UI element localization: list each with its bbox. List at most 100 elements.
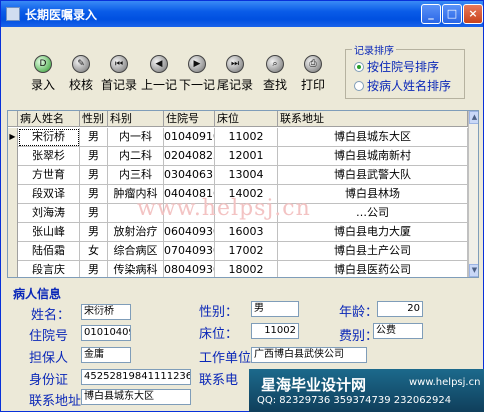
- phone-label: 联系电: [199, 373, 239, 388]
- table-cell[interactable]: 放射治疗: [108, 223, 164, 242]
- search-icon: ⌕: [266, 55, 284, 73]
- last-record-button[interactable]: ⏭ 尾记录: [217, 55, 253, 95]
- patient-grid[interactable]: 病人姓名 性别 科别 住院号 床位 联系地址 ▶ 宋衍桥男内一科 01040910 1…: [7, 110, 479, 278]
- search-button[interactable]: ⌕ 查找: [257, 55, 293, 95]
- table-cell[interactable]: 女: [80, 242, 108, 261]
- table-cell[interactable]: 11002: [215, 128, 278, 147]
- row-selector[interactable]: [8, 261, 18, 277]
- close-button[interactable]: ×: [463, 4, 483, 24]
- table-cell[interactable]: 06040930: [164, 223, 215, 242]
- window-title: 长期医嘱录入: [25, 8, 98, 22]
- table-cell[interactable]: 方世育: [18, 166, 80, 185]
- verify-label: 校核: [68, 78, 93, 92]
- table-cell[interactable]: 传染病科: [108, 261, 164, 277]
- table-row[interactable]: 张翠杉男内二科 02040825 12001 博白县城南新村: [8, 147, 468, 166]
- table-row[interactable]: ▶ 宋衍桥男内一科 01040910 11002 博白县城东大区: [8, 128, 468, 147]
- inpatient-field[interactable]: 010104091: [81, 325, 131, 341]
- table-cell[interactable]: 博白县城东大区: [278, 128, 468, 147]
- table-cell[interactable]: 男: [80, 147, 108, 166]
- table-cell[interactable]: 男: [80, 261, 108, 277]
- scroll-up-arrow-icon[interactable]: ▲: [469, 111, 478, 124]
- table-cell[interactable]: 博白县土产公司: [278, 242, 468, 261]
- column-header[interactable]: 联系地址: [278, 111, 468, 127]
- table-cell[interactable]: 内二科: [108, 147, 164, 166]
- table-cell[interactable]: 段言庆: [18, 261, 80, 277]
- bed-label: 床位：: [199, 327, 239, 342]
- gender-field[interactable]: 男: [251, 301, 299, 317]
- table-cell[interactable]: 内三科: [108, 166, 164, 185]
- table-cell[interactable]: 12001: [215, 147, 278, 166]
- table-cell[interactable]: 男: [80, 185, 108, 204]
- row-selector[interactable]: [8, 242, 18, 261]
- table-cell[interactable]: 07040930: [164, 242, 215, 261]
- column-header[interactable]: 科别: [108, 111, 164, 127]
- table-cell[interactable]: 17002: [215, 242, 278, 261]
- table-cell[interactable]: 18002: [215, 261, 278, 277]
- verify-button[interactable]: ✎ 校核: [63, 55, 99, 95]
- table-cell[interactable]: 内一科: [108, 128, 164, 147]
- id-card-field[interactable]: 452528198411112363: [81, 369, 191, 385]
- patient-info-title: 病人信息: [13, 287, 62, 301]
- fee-field[interactable]: 公费: [373, 323, 423, 339]
- previous-record-label: 上一记: [141, 78, 178, 92]
- enter-button[interactable]: D 录入: [25, 55, 61, 95]
- work-unit-label: 工作单位: [199, 351, 252, 366]
- row-selector[interactable]: [8, 204, 18, 223]
- column-header[interactable]: 性别: [80, 111, 108, 127]
- table-cell[interactable]: 博白县电力大厦: [278, 223, 468, 242]
- row-selector[interactable]: [8, 166, 18, 185]
- maximize-button[interactable]: □: [442, 4, 462, 24]
- title-bar[interactable]: 长期医嘱录入 _ □ ×: [1, 1, 483, 27]
- table-row[interactable]: 段言庆男传染病科 08040930 18002 博白县医药公司: [8, 261, 468, 277]
- table-cell[interactable]: 博白县医药公司: [278, 261, 468, 277]
- name-field[interactable]: 宋衍桥: [81, 304, 131, 320]
- sort-by-name-label: 按病人姓名排序: [367, 79, 452, 93]
- previous-record-icon: ◀: [150, 55, 168, 73]
- table-cell[interactable]: 综合病区: [108, 242, 164, 261]
- table-cell[interactable]: 刘海涛: [18, 204, 80, 223]
- guarantor-field[interactable]: 金庸: [81, 347, 131, 363]
- column-header[interactable]: 住院号: [164, 111, 215, 127]
- table-cell[interactable]: 博白县武警大队: [278, 166, 468, 185]
- next-record-button[interactable]: ▶ 下一记: [179, 55, 215, 95]
- grid-vertical-scrollbar[interactable]: ▲ ▼: [468, 111, 478, 277]
- sort-by-name-radio[interactable]: 按病人姓名排序: [354, 77, 451, 94]
- sort-by-inpatient-radio[interactable]: 按住院号排序: [354, 58, 439, 75]
- table-cell[interactable]: 男: [80, 128, 108, 147]
- table-row[interactable]: 张山峰男放射治疗 06040930 16003 博白县电力大厦: [8, 223, 468, 242]
- table-cell[interactable]: 16003: [215, 223, 278, 242]
- row-selector[interactable]: [8, 223, 18, 242]
- column-header[interactable]: 床位: [215, 111, 278, 127]
- table-cell[interactable]: 博白县城南新村: [278, 147, 468, 166]
- print-button[interactable]: ⎙ 打印: [295, 55, 331, 95]
- scroll-down-arrow-icon[interactable]: ▼: [469, 264, 478, 277]
- table-cell[interactable]: 陆佰霜: [18, 242, 80, 261]
- table-cell[interactable]: 张翠杉: [18, 147, 80, 166]
- bed-field[interactable]: 11002: [251, 323, 299, 339]
- table-cell[interactable]: 03040631: [164, 166, 215, 185]
- table-cell[interactable]: 男: [80, 166, 108, 185]
- table-row[interactable]: 方世育男内三科 03040631 13004 博白县武警大队: [8, 166, 468, 185]
- table-cell[interactable]: 02040825: [164, 147, 215, 166]
- age-field[interactable]: 20: [377, 301, 423, 317]
- table-cell[interactable]: 13004: [215, 166, 278, 185]
- row-pointer-icon[interactable]: ▶: [8, 128, 18, 147]
- table-row[interactable]: 陆佰霜女综合病区 07040930 17002 博白县土产公司: [8, 242, 468, 261]
- minimize-button[interactable]: _: [421, 4, 441, 24]
- work-unit-field[interactable]: 广西博白县武侠公司: [251, 347, 367, 363]
- row-selector[interactable]: [8, 185, 18, 204]
- table-cell[interactable]: 段双译: [18, 185, 80, 204]
- table-cell[interactable]: 08040930: [164, 261, 215, 277]
- table-cell[interactable]: 宋衍桥: [18, 128, 80, 147]
- table-cell[interactable]: 男: [80, 204, 108, 223]
- column-header[interactable]: 病人姓名: [18, 111, 80, 127]
- table-cell[interactable]: 01040910: [164, 128, 215, 147]
- radio-unselected-icon: [354, 81, 364, 91]
- row-selector[interactable]: [8, 147, 18, 166]
- table-cell[interactable]: 张山峰: [18, 223, 80, 242]
- first-record-button[interactable]: ⏮ 首记录: [101, 55, 137, 95]
- table-cell[interactable]: 男: [80, 223, 108, 242]
- address-field[interactable]: 博白县城东大区: [81, 389, 191, 405]
- first-record-label: 首记录: [101, 78, 138, 92]
- previous-record-button[interactable]: ◀ 上一记: [141, 55, 177, 95]
